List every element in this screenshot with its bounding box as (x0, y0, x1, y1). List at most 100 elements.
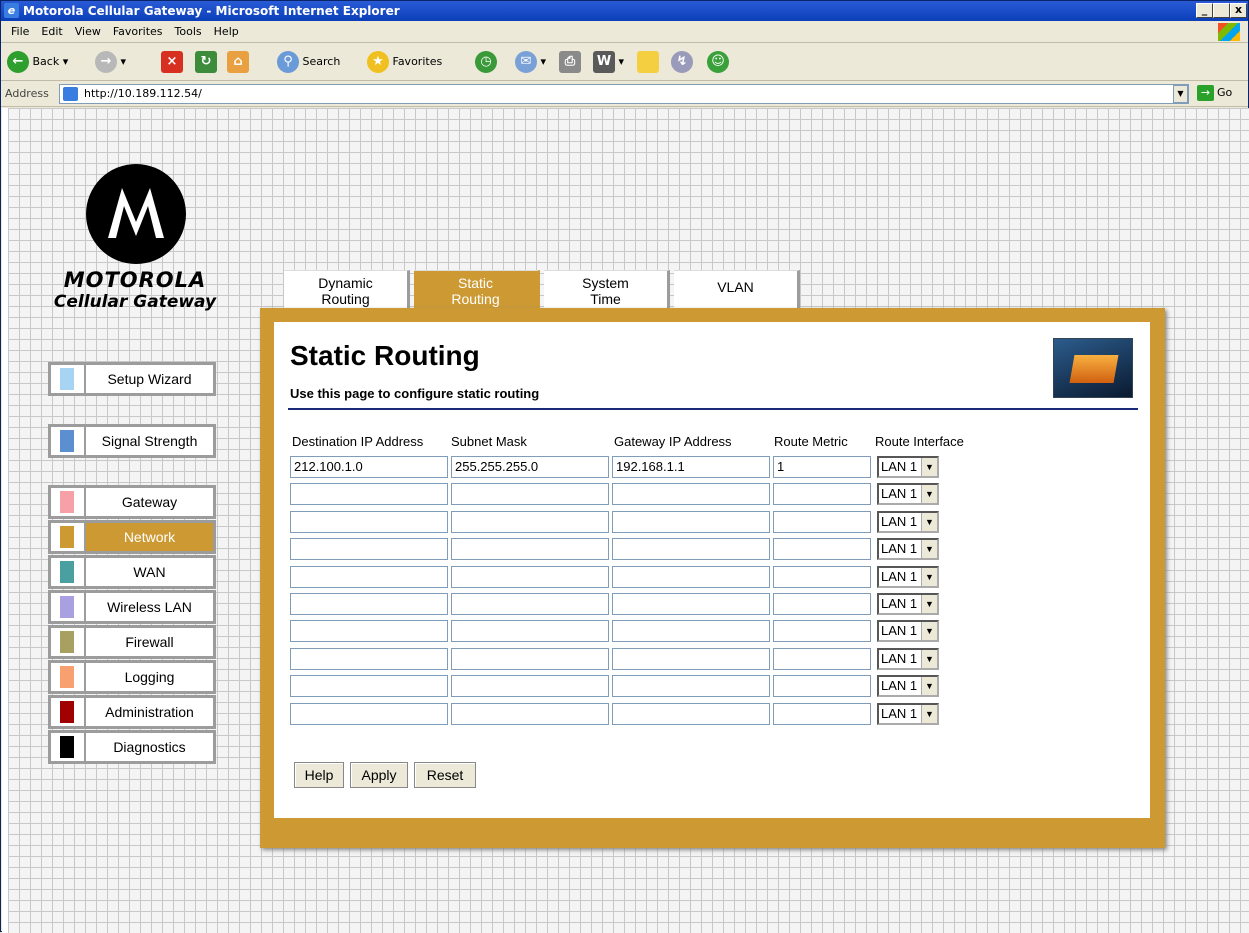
menu-favorites[interactable]: Favorites (107, 21, 169, 42)
route-dest-input[interactable] (290, 593, 448, 615)
menu-help[interactable]: Help (208, 21, 245, 42)
back-arrow-icon: ← (7, 51, 29, 73)
nav-wireless-lan[interactable]: Wireless LAN (48, 590, 216, 624)
menu-tools[interactable]: Tools (169, 21, 208, 42)
route-mask-input[interactable] (451, 593, 609, 615)
route-mask-input[interactable] (451, 483, 609, 506)
nav-wan[interactable]: WAN (48, 555, 216, 589)
nav-gateway[interactable]: Gateway (48, 485, 216, 519)
route-interface-select[interactable]: LAN 1 ▼ (877, 647, 939, 670)
route-metric-input[interactable] (773, 620, 871, 643)
route-gw-input[interactable] (612, 593, 770, 615)
route-dest-input[interactable]: 212.100.1.0 (290, 456, 448, 478)
menu-edit[interactable]: Edit (35, 21, 68, 42)
route-metric-input[interactable] (773, 538, 871, 561)
tab-dynamic-routing[interactable]: Dynamic Routing (284, 270, 410, 310)
signal-strength-swatch (60, 430, 74, 452)
route-metric-input[interactable] (773, 593, 871, 615)
route-gw-input[interactable] (612, 620, 770, 643)
route-interface-select[interactable]: LAN 1 ▼ (877, 565, 939, 588)
forward-button[interactable]: → ▾ (95, 49, 126, 75)
route-dest-input[interactable] (290, 538, 448, 561)
route-metric-input[interactable] (773, 483, 871, 506)
route-mask-input[interactable] (451, 647, 609, 670)
maximize-button[interactable] (1213, 3, 1230, 18)
route-interface-select[interactable]: LAN 1 ▼ (877, 538, 939, 561)
route-mask-input[interactable]: 255.255.255.0 (451, 456, 609, 478)
research-button[interactable]: ↯ (671, 49, 693, 75)
route-gw-input[interactable]: 192.168.1.1 (612, 456, 770, 478)
apply-button[interactable]: Apply (350, 762, 408, 788)
route-metric-input[interactable] (773, 675, 871, 698)
route-metric-input[interactable] (773, 647, 871, 670)
nav-network[interactable]: Network (48, 520, 216, 554)
discuss-button[interactable] (637, 49, 659, 75)
messenger-button[interactable]: ☺ (707, 49, 729, 75)
tab-static-routing[interactable]: Static Routing (414, 270, 540, 310)
nav-firewall[interactable]: Firewall (48, 625, 216, 659)
stop-button[interactable]: × (161, 49, 183, 75)
route-dest-input[interactable] (290, 565, 448, 588)
route-gw-input[interactable] (612, 647, 770, 670)
favorites-button[interactable]: ★ Favorites (367, 49, 442, 75)
route-mask-input[interactable] (451, 538, 609, 561)
route-gw-input[interactable] (612, 702, 770, 725)
minimize-button[interactable]: _ (1196, 3, 1213, 18)
go-button[interactable]: → Go (1197, 85, 1232, 101)
route-interface-select[interactable]: LAN 1 ▼ (877, 702, 939, 725)
close-button[interactable]: x (1230, 3, 1247, 18)
search-button[interactable]: ⚲ Search (277, 49, 340, 75)
route-interface-value: LAN 1 (881, 486, 918, 502)
nav-diagnostics[interactable]: Diagnostics (48, 730, 216, 764)
route-metric-input[interactable]: 1 (773, 456, 871, 478)
nav-logging[interactable]: Logging (48, 660, 216, 694)
tab-vlan[interactable]: VLAN (674, 270, 800, 310)
route-dest-input[interactable] (290, 702, 448, 725)
route-interface-select[interactable]: LAN 1 ▼ (877, 593, 939, 615)
route-mask-input[interactable] (451, 510, 609, 533)
refresh-button[interactable]: ↻ (195, 49, 217, 75)
reset-button[interactable]: Reset (414, 762, 476, 788)
route-gw-input[interactable] (612, 510, 770, 533)
dropdown-arrow-icon: ▼ (921, 622, 937, 641)
route-mask-input[interactable] (451, 620, 609, 643)
route-dest-input[interactable] (290, 620, 448, 643)
route-metric-input[interactable] (773, 702, 871, 725)
help-button[interactable]: Help (294, 762, 344, 788)
dropdown-arrow-icon: ▼ (921, 649, 937, 668)
route-gw-input[interactable] (612, 483, 770, 506)
route-interface-select[interactable]: LAN 1 ▼ (877, 620, 939, 643)
nav-administration[interactable]: Administration (48, 695, 216, 729)
route-mask-input[interactable] (451, 702, 609, 725)
route-interface-select[interactable]: LAN 1 ▼ (877, 456, 939, 478)
mail-button[interactable]: ✉ ▾ (515, 49, 546, 75)
address-dropdown-icon[interactable]: ▼ (1173, 85, 1188, 103)
home-button[interactable]: ⌂ (227, 49, 249, 75)
route-gw-input[interactable] (612, 538, 770, 561)
route-gw-input[interactable] (612, 675, 770, 698)
menu-file[interactable]: File (5, 21, 35, 42)
history-button[interactable]: ◷ (475, 49, 497, 75)
motorola-logo-icon (86, 164, 186, 264)
ie-icon: e (4, 3, 19, 18)
route-dest-input[interactable] (290, 647, 448, 670)
route-gw-input[interactable] (612, 565, 770, 588)
route-metric-input[interactable] (773, 510, 871, 533)
edit-button[interactable]: W ▾ (593, 49, 624, 75)
back-button[interactable]: ← Back ▾ (7, 49, 68, 75)
route-dest-input[interactable] (290, 675, 448, 698)
nav-signal-strength[interactable]: Signal Strength (48, 424, 216, 458)
route-interface-select[interactable]: LAN 1 ▼ (877, 675, 939, 698)
route-dest-input[interactable] (290, 483, 448, 506)
route-metric-input[interactable] (773, 565, 871, 588)
tab-system-time[interactable]: System Time (544, 270, 670, 310)
route-interface-select[interactable]: LAN 1 ▼ (877, 510, 939, 533)
route-dest-input[interactable] (290, 510, 448, 533)
menu-view[interactable]: View (69, 21, 107, 42)
route-mask-input[interactable] (451, 565, 609, 588)
address-input[interactable]: http://10.189.112.54/ (59, 84, 1189, 104)
route-interface-select[interactable]: LAN 1 ▼ (877, 483, 939, 506)
print-button[interactable]: ⎙ (559, 49, 581, 75)
nav-setup-wizard[interactable]: Setup Wizard (48, 362, 216, 396)
route-mask-input[interactable] (451, 675, 609, 698)
